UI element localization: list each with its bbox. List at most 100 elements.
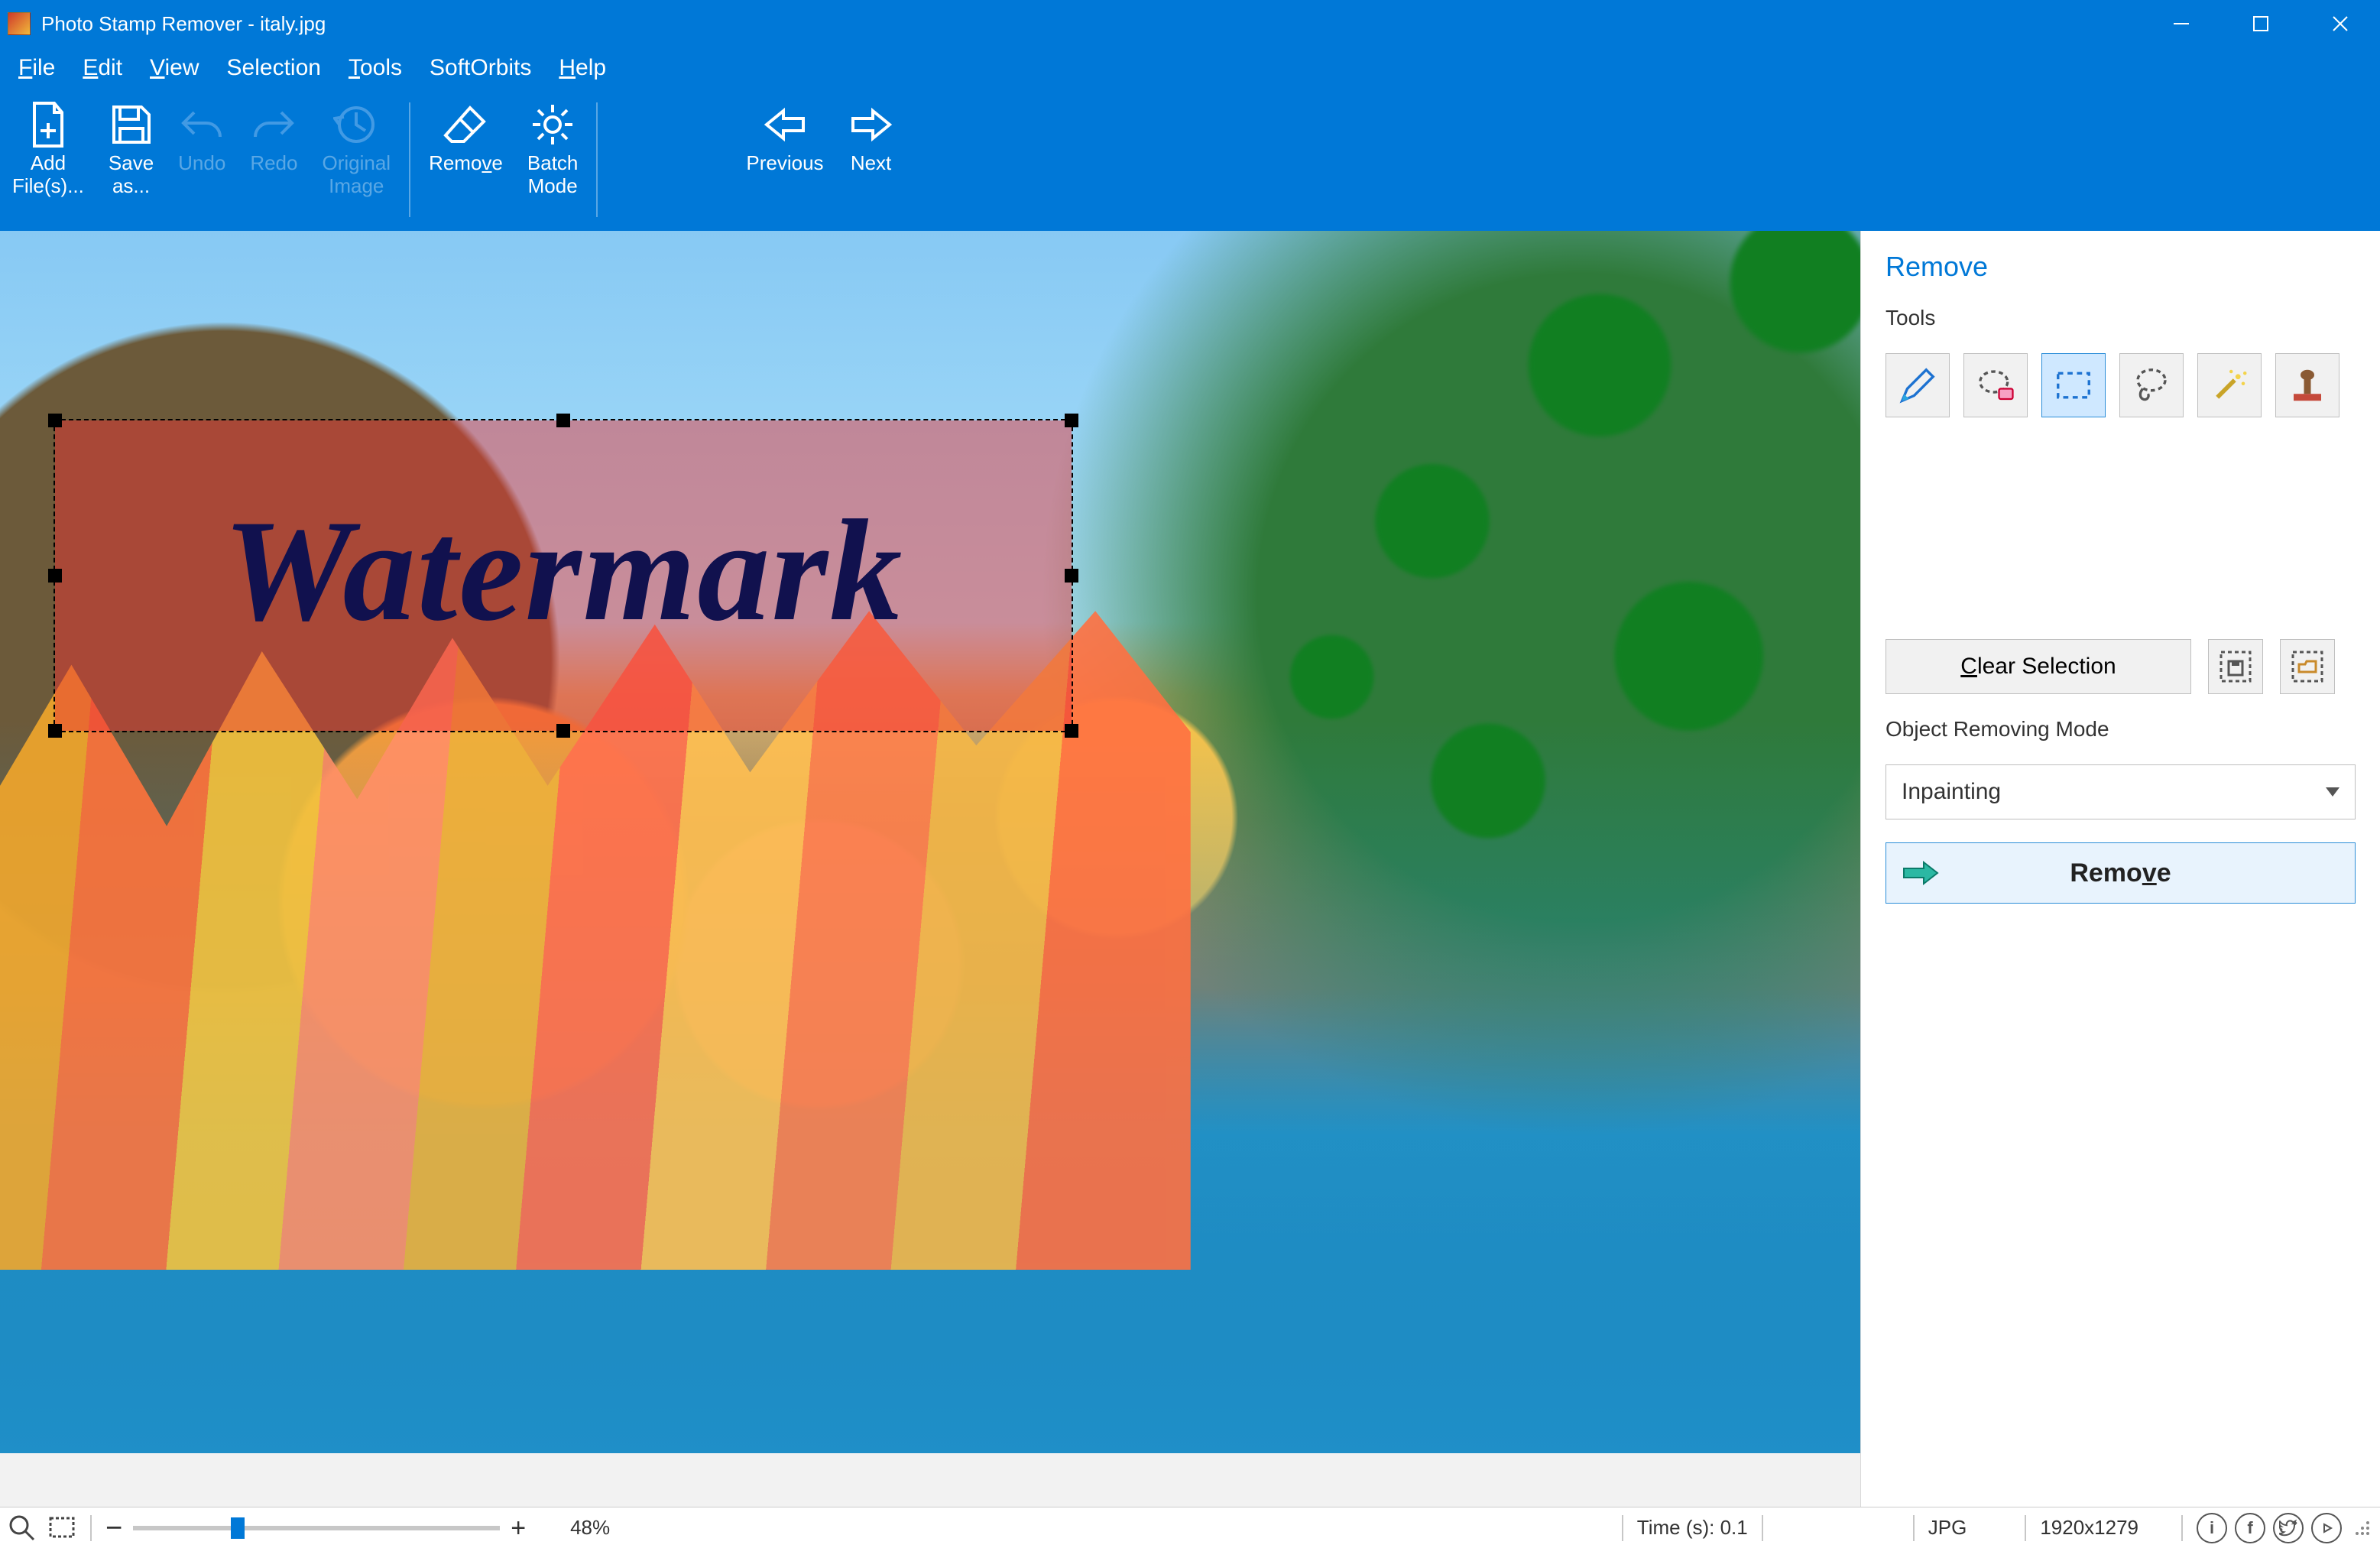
menu-tools[interactable]: Tools	[349, 55, 402, 81]
add-file-icon	[27, 98, 70, 151]
save-selection-icon	[2218, 649, 2253, 684]
menu-selection[interactable]: Selection	[227, 55, 321, 81]
resize-handle[interactable]	[556, 724, 570, 738]
arrow-right-icon	[848, 98, 894, 151]
toolbar-separator	[596, 102, 598, 217]
chevron-down-icon	[2326, 787, 2339, 797]
canvas-area: Watermark	[0, 231, 1860, 1507]
zoom-in-button[interactable]: +	[511, 1520, 526, 1536]
previous-label: Previous	[746, 151, 823, 174]
menubar: File Edit View Selection Tools SoftOrbit…	[0, 47, 2380, 89]
save-icon	[109, 98, 154, 151]
clear-selection-button[interactable]: Clear Selection	[1886, 639, 2191, 694]
lasso-tool[interactable]	[2119, 353, 2184, 417]
rectangle-select-icon	[2053, 365, 2094, 406]
redo-button: Redo	[238, 98, 310, 220]
rectangle-select-tool[interactable]	[2041, 353, 2106, 417]
redo-label: Redo	[250, 151, 297, 174]
format-label: JPG	[1928, 1516, 1967, 1540]
zoom-out-button[interactable]: −	[105, 1520, 122, 1536]
redo-icon	[251, 98, 297, 151]
resize-grip-icon[interactable]	[2352, 1518, 2372, 1538]
revert-icon	[333, 98, 379, 151]
minimize-button[interactable]	[2142, 0, 2221, 47]
twitter-icon[interactable]	[2273, 1513, 2304, 1543]
eraser-icon	[443, 98, 488, 151]
menu-edit[interactable]: Edit	[83, 55, 122, 81]
facebook-icon[interactable]: f	[2235, 1513, 2265, 1543]
undo-button: Undo	[166, 98, 238, 220]
remove-label: Remove	[429, 151, 503, 174]
magic-wand-icon	[2209, 365, 2250, 406]
resize-handle[interactable]	[48, 724, 62, 738]
mode-label: Object Removing Mode	[1886, 717, 2356, 742]
clear-selection-label: Clear Selection	[1960, 654, 2116, 680]
menu-softorbits[interactable]: SoftOrbits	[430, 55, 531, 81]
lasso-eraser-icon	[1975, 365, 2016, 406]
batch-mode-button[interactable]: Batch Mode	[515, 98, 591, 220]
dimensions-label: 1920x1279	[2040, 1516, 2138, 1540]
gear-icon	[530, 98, 576, 151]
undo-label: Undo	[178, 151, 225, 174]
panel-remove-button[interactable]: Remove	[1886, 842, 2356, 904]
magic-wand-tool[interactable]	[2197, 353, 2262, 417]
load-selection-button[interactable]	[2280, 639, 2335, 694]
panel-heading: Remove	[1886, 251, 2356, 283]
menu-file[interactable]: File	[18, 55, 55, 81]
zoom-percent: 48%	[570, 1516, 610, 1540]
app-icon	[8, 12, 31, 35]
resize-handle[interactable]	[1065, 724, 1078, 738]
photo-image	[0, 231, 1860, 1453]
maximize-button[interactable]	[2221, 0, 2301, 47]
window-title: Photo Stamp Remover - italy.jpg	[41, 12, 326, 36]
titlebar: Photo Stamp Remover - italy.jpg	[0, 0, 2380, 47]
menu-help[interactable]: Help	[559, 55, 606, 81]
next-label: Next	[851, 151, 891, 174]
thumbnail-strip[interactable]	[0, 1453, 1860, 1507]
previous-button[interactable]: Previous	[734, 98, 835, 220]
marker-icon	[1897, 365, 1938, 406]
toolbar-separator	[409, 102, 410, 217]
zoom-slider[interactable]	[133, 1526, 500, 1530]
remove-button[interactable]: Remove	[417, 98, 515, 220]
info-icon[interactable]: i	[2197, 1513, 2227, 1543]
tool-palette	[1886, 353, 2356, 417]
youtube-icon[interactable]	[2311, 1513, 2342, 1543]
clone-stamp-tool[interactable]	[2275, 353, 2339, 417]
resize-handle[interactable]	[556, 414, 570, 427]
save-selection-button[interactable]	[2208, 639, 2263, 694]
panel-remove-label: Remove	[2070, 858, 2171, 888]
selection-rectangle[interactable]: Watermark	[55, 420, 1072, 731]
time-label: Time (s): 0.1	[1637, 1516, 1748, 1540]
close-button[interactable]	[2301, 0, 2380, 47]
arrow-left-icon	[762, 98, 808, 151]
resize-handle[interactable]	[48, 414, 62, 427]
resize-handle[interactable]	[1065, 414, 1078, 427]
canvas[interactable]: Watermark	[0, 231, 1860, 1453]
save-as-button[interactable]: Save as...	[96, 98, 166, 220]
zoom-icon[interactable]	[8, 1514, 37, 1543]
tools-label: Tools	[1886, 306, 2356, 330]
status-bar: − + 48% Time (s): 0.1 JPG 1920x1279 i f	[0, 1507, 2380, 1548]
resize-handle[interactable]	[1065, 569, 1078, 583]
side-panel: Remove Tools Clear S	[1860, 231, 2380, 1507]
menu-view[interactable]: View	[150, 55, 199, 81]
watermark-text: Watermark	[55, 416, 1072, 726]
zoom-slider-thumb[interactable]	[231, 1517, 245, 1539]
free-select-tool[interactable]	[1963, 353, 2028, 417]
save-as-label: Save as...	[109, 151, 154, 197]
next-button[interactable]: Next	[836, 98, 906, 220]
load-selection-icon	[2290, 649, 2325, 684]
original-image-button: Original Image	[310, 98, 403, 220]
undo-icon	[179, 98, 225, 151]
batch-mode-label: Batch Mode	[527, 151, 579, 197]
fit-screen-icon[interactable]	[47, 1514, 76, 1543]
lasso-icon	[2131, 365, 2172, 406]
mode-dropdown[interactable]: Inpainting	[1886, 764, 2356, 819]
add-files-button[interactable]: Add File(s)...	[0, 98, 96, 220]
ribbon-toolbar: Add File(s)... Save as... Undo Redo Orig…	[0, 89, 2380, 231]
add-files-label: Add File(s)...	[12, 151, 84, 197]
resize-handle[interactable]	[48, 569, 62, 583]
stamp-icon	[2287, 365, 2328, 406]
marker-tool[interactable]	[1886, 353, 1950, 417]
